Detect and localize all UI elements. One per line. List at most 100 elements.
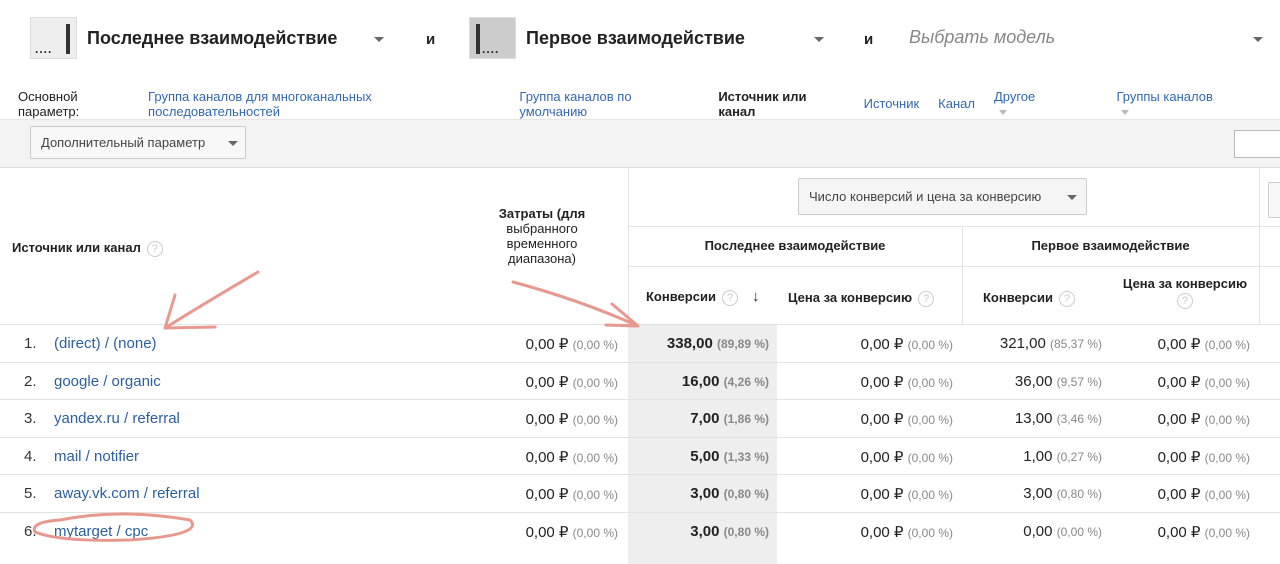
arrow-annotation	[511, 280, 640, 328]
dimension-source[interactable]: Источник	[864, 96, 920, 111]
source-medium-link[interactable]: yandex.ru / referral	[54, 410, 180, 427]
column-label: Конверсии	[646, 289, 716, 304]
fc-value: 36,00 (9,57 %)	[1014, 372, 1102, 390]
column-header-last-conversions[interactable]: Конверсии? ↓	[646, 288, 759, 306]
table-row: 4. mail / notifier 0,00 ₽ (0,00 %) 5,00 (…	[0, 436, 1280, 475]
source-medium-link[interactable]: google / organic	[54, 373, 161, 390]
cost-value: 0,00 ₽ (0,00 %)	[525, 448, 618, 466]
fp-value: 0,00 ₽ (0,00 %)	[1157, 336, 1250, 353]
model-label: Первое взаимодействие	[526, 27, 745, 48]
help-icon[interactable]: ?	[146, 240, 163, 257]
table-row: 3. yandex.ru / referral 0,00 ₽ (0,00 %) 7…	[0, 399, 1280, 437]
fp-value: 0,00 ₽ (0,00 %)	[1157, 411, 1250, 428]
fc-value: 0,00 (0,00 %)	[1023, 522, 1102, 540]
toolbar: Дополнительный параметр	[0, 120, 1280, 168]
dimension-default-channel-group[interactable]: Группа каналов по умолчанию	[519, 89, 699, 119]
chevron-down-icon	[998, 109, 1007, 115]
lc-value: 3,00 (0,80 %)	[690, 485, 769, 502]
dimension-other-label: Другое	[993, 88, 1036, 104]
cost-value: 0,00 ₽ (0,00 %)	[525, 411, 618, 428]
cost-value: 0,00 ₽ (0,00 %)	[525, 336, 618, 353]
fp-value: 0,00 ₽ (0,00 %)	[1157, 523, 1250, 541]
row-number: 4.	[24, 447, 37, 465]
dimension-channel-groups[interactable]: Группы каналов	[1116, 89, 1261, 119]
row-number: 6.	[24, 522, 37, 540]
column-header-last-price[interactable]: Цена за конверсию?	[788, 290, 935, 307]
chevron-down-icon[interactable]	[1253, 37, 1263, 42]
metric-group-label: Число конверсий и цена за конверсию	[809, 189, 1042, 204]
column-header-cost[interactable]: Затраты (для выбранного временного диапа…	[484, 206, 600, 266]
chevron-down-icon[interactable]	[374, 37, 384, 42]
fc-value: 321,00 (85,37 %)	[999, 335, 1102, 352]
model-select-last-interaction[interactable]: .... Последнее взаимодействие	[30, 17, 337, 59]
cost-value: 0,00 ₽ (0,00 %)	[525, 486, 618, 503]
lp-value: 0,00 ₽ (0,00 %)	[860, 336, 953, 353]
column-header-first-conversions[interactable]: Конверсии?	[983, 290, 1075, 307]
and-label: и	[864, 31, 874, 48]
lc-value: 7,00 (1,86 %)	[690, 410, 769, 427]
extra-button[interactable]	[1268, 182, 1280, 218]
source-medium-link[interactable]: away.vk.com / referral	[54, 485, 200, 502]
lc-value: 5,00 (1,33 %)	[690, 447, 769, 465]
table-row: 5. away.vk.com / referral 0,00 ₽ (0,00 %…	[0, 474, 1280, 512]
arrow-annotation	[163, 270, 260, 330]
fp-value: 0,00 ₽ (0,00 %)	[1157, 373, 1250, 391]
table-row: 2. google / organic 0,00 ₽ (0,00 %) 16,00…	[0, 361, 1280, 400]
and-label: и	[426, 31, 436, 48]
dimension-source-medium[interactable]: Источник или канал	[718, 89, 844, 119]
last-interaction-icon: ....	[30, 17, 77, 59]
row-number: 5.	[24, 485, 37, 502]
help-icon[interactable]: ?	[721, 289, 738, 306]
first-interaction-icon: ....	[469, 17, 516, 59]
table-row: 1. (direct) / (none) 0,00 ₽ (0,00 %) 338,…	[0, 324, 1280, 362]
lc-value: 338,00 (89,89 %)	[666, 335, 769, 352]
column-header-source-medium[interactable]: Источник или канал?	[12, 240, 163, 257]
source-medium-link[interactable]: mail / notifier	[54, 448, 139, 465]
metric-group-select[interactable]: Число конверсий и цена за конверсию	[798, 178, 1087, 215]
fp-value: 0,00 ₽ (0,00 %)	[1157, 486, 1250, 503]
group-header-last-interaction: Последнее взаимодействие	[704, 238, 886, 253]
secondary-dimension-button[interactable]: Дополнительный параметр	[30, 126, 246, 159]
fc-value: 3,00 (0,80 %)	[1023, 485, 1102, 502]
row-number: 1.	[24, 335, 37, 352]
source-medium-link[interactable]: (direct) / (none)	[54, 335, 157, 352]
help-icon[interactable]: ?	[1058, 290, 1075, 307]
model-label: Последнее взаимодействие	[87, 27, 338, 48]
table-row: 6. mytarget / cpc 0,00 ₽ (0,00 %) 3,00 (0…	[0, 511, 1280, 550]
group-header-first-interaction: Первое взаимодействие	[1031, 238, 1190, 253]
cost-value: 0,00 ₽ (0,00 %)	[525, 523, 618, 541]
fc-value: 1,00 (0,27 %)	[1023, 447, 1102, 465]
lp-value: 0,00 ₽ (0,00 %)	[860, 486, 953, 503]
help-icon[interactable]: ?	[918, 290, 935, 307]
column-label: Конверсии	[983, 290, 1053, 305]
help-icon[interactable]: ?	[1177, 293, 1193, 309]
dimension-medium[interactable]: Канал	[938, 96, 975, 111]
fp-value: 0,00 ₽ (0,00 %)	[1157, 448, 1250, 466]
primary-dimension-bar: Основной параметр: Группа каналов для мн…	[0, 88, 1280, 120]
column-label: Цена за конверсию	[788, 290, 913, 305]
row-number: 2.	[24, 372, 37, 390]
column-label: Источник или канал	[12, 240, 141, 255]
fc-value: 13,00 (3,46 %)	[1014, 410, 1102, 427]
lp-value: 0,00 ₽ (0,00 %)	[860, 373, 953, 391]
secondary-dimension-label: Дополнительный параметр	[41, 135, 206, 150]
sort-descending-icon: ↓	[751, 288, 760, 305]
lp-value: 0,00 ₽ (0,00 %)	[860, 523, 953, 541]
column-label: Цена за конверсию	[1122, 276, 1248, 291]
model-select-placeholder[interactable]: Выбрать модель	[909, 27, 1055, 48]
chevron-down-icon	[1121, 109, 1130, 115]
dimension-mcf-channel-group[interactable]: Группа каналов для многоканальных послед…	[148, 89, 500, 119]
lc-value: 16,00 (4,26 %)	[681, 372, 769, 390]
chevron-down-icon	[1067, 195, 1077, 200]
column-header-first-price[interactable]: Цена за конверсию?	[1110, 276, 1260, 309]
lp-value: 0,00 ₽ (0,00 %)	[860, 448, 953, 466]
source-medium-link[interactable]: mytarget / cpc	[54, 523, 148, 540]
model-select-first-interaction[interactable]: .... Первое взаимодействие	[469, 17, 745, 59]
dimension-channel-groups-label: Группы каналов	[1116, 88, 1213, 104]
search-input[interactable]	[1234, 130, 1280, 158]
chevron-down-icon[interactable]	[814, 37, 824, 42]
cost-value: 0,00 ₽ (0,00 %)	[525, 373, 618, 391]
chevron-down-icon	[228, 141, 238, 146]
dimension-other[interactable]: Другое	[994, 89, 1085, 119]
primary-dimension-label: Основной параметр:	[18, 88, 80, 119]
